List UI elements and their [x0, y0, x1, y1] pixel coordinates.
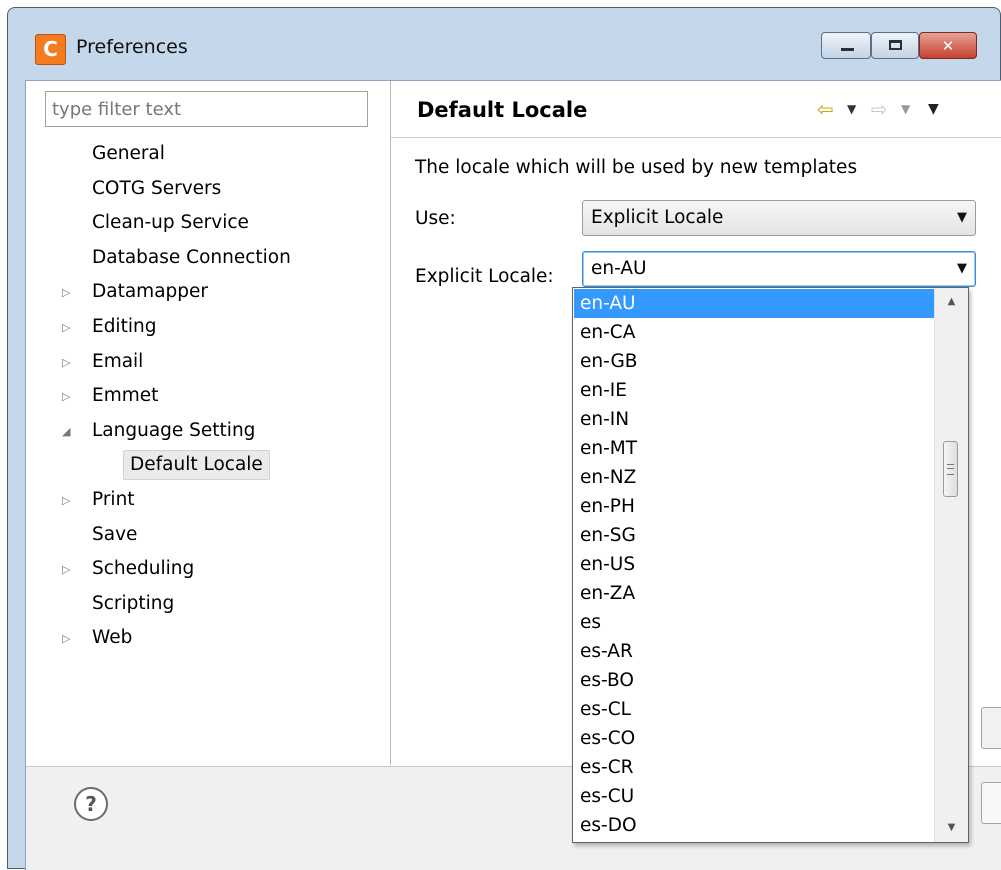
- preferences-tree-pane: General COTG Servers Clean-up Service Datab…: [26, 81, 391, 765]
- tree-item[interactable]: ▷ Email: [26, 345, 390, 379]
- scroll-down-icon[interactable]: ▼: [935, 814, 968, 842]
- title-bar[interactable]: C Preferences ✕: [8, 8, 1000, 80]
- page-description: The locale which will be used by new tem…: [415, 157, 858, 178]
- vertical-scrollbar[interactable]: ▲ ▼: [934, 288, 968, 842]
- tree-item-label: Datamapper: [92, 281, 209, 303]
- page-title: Default Locale: [417, 98, 588, 122]
- forward-arrow-icon[interactable]: ⇨: [871, 95, 888, 123]
- back-menu-icon[interactable]: ▼: [847, 95, 856, 123]
- grip-icon: [947, 464, 954, 475]
- close-button[interactable]: ✕: [919, 32, 977, 59]
- locale-option[interactable]: en-IN: [574, 405, 934, 434]
- locale-option[interactable]: es-CO: [574, 724, 934, 753]
- collapsed-triangle-icon[interactable]: ▷: [62, 483, 76, 517]
- collapsed-triangle-icon[interactable]: ▷: [62, 379, 76, 413]
- expanded-triangle-icon[interactable]: ◢: [62, 414, 76, 448]
- chevron-down-icon: ▼: [957, 261, 967, 276]
- partial-footer-button[interactable]: [981, 782, 1001, 824]
- explicit-locale-label: Explicit Locale:: [415, 266, 554, 287]
- use-select[interactable]: Explicit Locale ▼: [582, 200, 976, 236]
- locale-option[interactable]: en-SG: [574, 521, 934, 550]
- tree-item-label: COTG Servers: [92, 177, 222, 199]
- filter-input[interactable]: [45, 91, 368, 127]
- tree-item-label: Emmet: [92, 385, 159, 407]
- locale-option[interactable]: en-NZ: [574, 463, 934, 492]
- tree-item-label: Default Locale: [123, 450, 270, 481]
- view-menu-icon[interactable]: ▼: [928, 95, 939, 123]
- back-arrow-icon[interactable]: ⇦: [817, 95, 834, 123]
- tree-item[interactable]: General: [26, 137, 390, 171]
- locale-option[interactable]: es-DO: [574, 811, 934, 840]
- tree-item[interactable]: Scripting: [26, 587, 390, 621]
- scrollbar-thumb[interactable]: [943, 441, 958, 497]
- locale-option[interactable]: es-BO: [574, 666, 934, 695]
- scroll-up-icon[interactable]: ▲: [935, 288, 968, 316]
- locale-option[interactable]: en-AU: [574, 289, 934, 318]
- maximize-icon: [889, 40, 902, 50]
- app-icon: C: [35, 34, 66, 65]
- tree-item[interactable]: ▷ Emmet: [26, 379, 390, 413]
- use-select-value: Explicit Locale: [591, 207, 724, 228]
- window-title: Preferences: [76, 36, 188, 58]
- tree-item[interactable]: Database Connection: [26, 241, 390, 275]
- collapsed-triangle-icon[interactable]: ▷: [62, 275, 76, 309]
- tree-item-label: Email: [92, 350, 144, 372]
- use-label: Use:: [415, 208, 456, 229]
- tree-item[interactable]: Save: [26, 518, 390, 552]
- close-icon: ✕: [941, 37, 955, 55]
- tree-item[interactable]: COTG Servers: [26, 172, 390, 206]
- explicit-locale-value: en-AU: [591, 258, 647, 279]
- locale-option[interactable]: es: [574, 608, 934, 637]
- tree-item[interactable]: ▷ Print: [26, 483, 390, 517]
- tree-item[interactable]: Default Locale: [26, 448, 390, 482]
- tree-item[interactable]: ▷ Scheduling: [26, 552, 390, 586]
- tree-item-label: General: [92, 143, 165, 164]
- locale-option[interactable]: es-AR: [574, 637, 934, 666]
- tree-item-label: Editing: [92, 316, 157, 337]
- tree-item-label: Scheduling: [92, 558, 195, 580]
- tree-item-label: Clean-up Service: [92, 212, 249, 234]
- locale-dropdown-list[interactable]: en-AU en-CA en-GB en-IE en-IN en-MT en-NZ en-PH…: [572, 287, 969, 843]
- locale-option[interactable]: en-MT: [574, 434, 934, 463]
- explicit-locale-select[interactable]: en-AU ▼: [582, 251, 976, 287]
- forward-menu-icon[interactable]: ▼: [901, 95, 910, 123]
- locale-option[interactable]: en-US: [574, 550, 934, 579]
- tree-item-label: Language Setting: [92, 419, 256, 441]
- locale-option[interactable]: es-CL: [574, 695, 934, 724]
- tree-item-label: Print: [92, 489, 135, 510]
- tree-item[interactable]: ◢ Language Setting: [26, 414, 390, 448]
- tree-item-label: Web: [92, 627, 133, 649]
- page-header: Default Locale ⇦ ▼ ⇨ ▼ ▼: [391, 81, 1001, 138]
- partial-button[interactable]: [981, 707, 1001, 749]
- collapsed-triangle-icon[interactable]: ▷: [62, 310, 76, 344]
- collapsed-triangle-icon[interactable]: ▷: [62, 345, 76, 379]
- collapsed-triangle-icon[interactable]: ▷: [62, 552, 76, 586]
- locale-option[interactable]: en-CA: [574, 318, 934, 347]
- locale-option[interactable]: es-CU: [574, 782, 934, 811]
- maximize-button[interactable]: [871, 32, 919, 59]
- locale-option[interactable]: en-IE: [574, 376, 934, 405]
- help-icon[interactable]: ?: [74, 787, 108, 821]
- tree-item[interactable]: ▷ Datamapper: [26, 275, 390, 309]
- locale-option[interactable]: en-GB: [574, 347, 934, 376]
- tree-item[interactable]: ▷ Editing: [26, 310, 390, 344]
- tree-item[interactable]: Clean-up Service: [26, 206, 390, 240]
- tree-item-label: Save: [92, 523, 138, 545]
- tree-item-label: Database Connection: [92, 246, 291, 268]
- minimize-button[interactable]: [821, 32, 871, 59]
- locale-option[interactable]: en-ZA: [574, 579, 934, 608]
- locale-option[interactable]: en-PH: [574, 492, 934, 521]
- tree-item-label: Scripting: [92, 592, 175, 614]
- tree-item[interactable]: ▷ Web: [26, 621, 390, 655]
- minimize-icon: [841, 48, 854, 51]
- collapsed-triangle-icon[interactable]: ▷: [62, 621, 76, 655]
- chevron-down-icon: ▼: [957, 210, 967, 225]
- locale-option[interactable]: es-CR: [574, 753, 934, 782]
